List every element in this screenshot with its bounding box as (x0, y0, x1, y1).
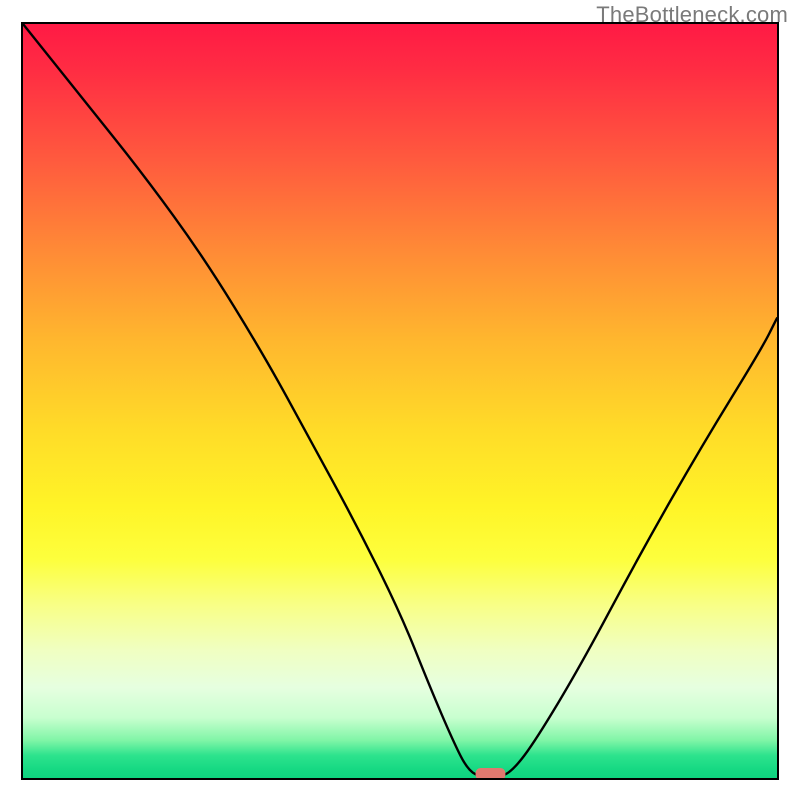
bottleneck-curve (23, 24, 777, 778)
curve-layer (23, 24, 777, 778)
chart-frame: TheBottleneck.com (0, 0, 800, 800)
optimal-point-marker (476, 768, 506, 778)
plot-area (21, 22, 779, 780)
